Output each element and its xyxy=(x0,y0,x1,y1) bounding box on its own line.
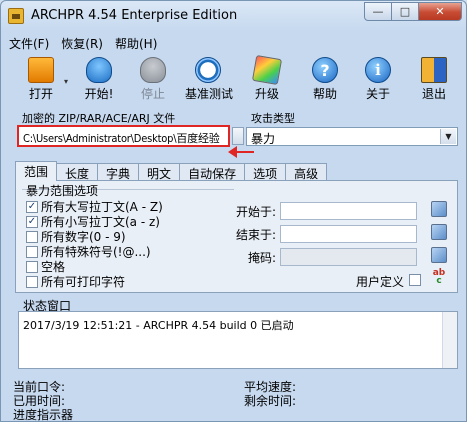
toolbar: 打开 ▾ 开始! 停止 基准测试 升级 ? 帮助 i 关于 退出 xyxy=(1,54,466,105)
about-label: 关于 xyxy=(365,87,390,101)
menu-bar: 文件(F) 恢复(R) 帮助(H) xyxy=(1,33,466,53)
range-panel: 暴力范围选项 ✓ 所有大写拉丁文(A - Z) ✓ 所有小写拉丁文(a - z)… xyxy=(15,180,458,293)
start-figure-icon xyxy=(86,57,112,83)
open-button[interactable]: 打开 xyxy=(18,55,64,103)
help-icon: ? xyxy=(312,57,338,83)
minimize-button[interactable]: — xyxy=(364,2,392,21)
benchmark-button[interactable]: 基准测试 xyxy=(185,55,234,103)
menu-recovery[interactable]: 恢复(R) xyxy=(61,35,103,52)
maximize-button[interactable]: □ xyxy=(391,2,419,21)
attack-type-label: 攻击类型 xyxy=(251,112,295,125)
user-defined-label: 用户定义 xyxy=(356,275,405,289)
checkbox-special[interactable] xyxy=(26,245,38,258)
about-button[interactable]: i 关于 xyxy=(355,55,401,103)
end-at-input[interactable] xyxy=(280,225,417,243)
benchmark-label: 基准测试 xyxy=(185,87,234,101)
tab-strip: 范围 长度 字典 明文 自动保存 选项 高级 xyxy=(15,161,328,181)
start-at-input[interactable] xyxy=(280,202,417,220)
open-dropdown-arrow-icon[interactable]: ▾ xyxy=(64,77,72,86)
range-group-title: 暴力范围选项 xyxy=(26,184,99,198)
charset-abc-icon[interactable]: ab c xyxy=(430,269,448,287)
end-at-picker-icon[interactable] xyxy=(431,224,447,240)
main-window: ARCHPR 4.54 Enterprise Edition — □ ✕ 文件(… xyxy=(0,0,467,422)
checkbox-user-defined[interactable] xyxy=(409,274,421,286)
end-at-label: 结束于: xyxy=(236,228,277,242)
tab-options[interactable]: 选项 xyxy=(244,163,287,181)
menu-help[interactable]: 帮助(H) xyxy=(115,35,157,52)
close-button[interactable]: ✕ xyxy=(418,2,462,21)
checkbox-lowercase[interactable]: ✓ xyxy=(26,215,38,228)
chevron-down-icon[interactable]: ▼ xyxy=(440,129,456,144)
tab-length[interactable]: 长度 xyxy=(56,163,99,181)
file-path-input[interactable]: C:\Users\Administrator\Desktop\百度经验 xyxy=(17,125,230,147)
progress-indicator-label: 进度指示器 xyxy=(13,408,74,422)
attack-type-select[interactable]: 暴力 ▼ xyxy=(246,127,458,146)
exit-button[interactable]: 退出 xyxy=(411,55,457,103)
tab-dictionary[interactable]: 字典 xyxy=(97,163,140,181)
tab-plaintext[interactable]: 明文 xyxy=(138,163,181,181)
encrypted-file-label: 加密的 ZIP/RAR/ACE/ARJ 文件 xyxy=(22,112,176,125)
tab-range[interactable]: 范围 xyxy=(15,161,58,181)
stop-label: 停止 xyxy=(140,87,165,101)
log-line: 2017/3/19 12:51:21 - ARCHPR 4.54 build 0… xyxy=(23,319,294,332)
stopwatch-icon xyxy=(195,57,221,83)
start-button[interactable]: 开始! xyxy=(76,55,122,103)
checkbox-digits[interactable] xyxy=(26,230,38,243)
option-printable[interactable]: 所有可打印字符 xyxy=(26,273,125,290)
mask-picker-icon[interactable] xyxy=(431,247,447,263)
tab-autosave[interactable]: 自动保存 xyxy=(179,163,246,181)
checkbox-uppercase[interactable]: ✓ xyxy=(26,200,38,213)
start-at-label: 开始于: xyxy=(236,205,277,219)
tab-advanced[interactable]: 高级 xyxy=(285,163,328,181)
stop-button[interactable]: 停止 xyxy=(130,55,176,103)
info-icon: i xyxy=(365,57,391,83)
caption-buttons: — □ ✕ xyxy=(364,2,462,21)
attack-type-value: 暴力 xyxy=(251,132,276,146)
open-label: 打开 xyxy=(28,87,53,101)
log-scrollbar[interactable] xyxy=(442,312,457,368)
remaining-time-label: 剩余时间: xyxy=(244,394,297,408)
mask-label: 掩码: xyxy=(248,251,277,265)
help-button[interactable]: ? 帮助 xyxy=(302,55,348,103)
exit-door-icon xyxy=(421,57,447,83)
app-icon xyxy=(8,8,24,24)
menu-file[interactable]: 文件(F) xyxy=(9,35,49,52)
status-log: 2017/3/19 12:51:21 - ARCHPR 4.54 build 0… xyxy=(18,311,458,369)
help-label: 帮助 xyxy=(312,87,337,101)
upgrade-icon xyxy=(251,54,283,86)
folder-open-icon xyxy=(28,57,54,83)
browse-button[interactable] xyxy=(232,127,244,145)
title-bar[interactable]: ARCHPR 4.54 Enterprise Edition — □ ✕ xyxy=(1,1,466,31)
upgrade-label: 升级 xyxy=(254,87,279,101)
window-title: ARCHPR 4.54 Enterprise Edition xyxy=(31,8,238,23)
checkbox-printable[interactable] xyxy=(26,275,38,288)
exit-label: 退出 xyxy=(421,87,446,101)
start-at-picker-icon[interactable] xyxy=(431,201,447,217)
upgrade-button[interactable]: 升级 xyxy=(244,54,290,103)
checkbox-space[interactable] xyxy=(26,260,38,273)
option-printable-label: 所有可打印字符 xyxy=(41,275,126,289)
stop-figure-icon xyxy=(140,57,166,83)
red-arrow-annotation xyxy=(228,146,254,158)
mask-input[interactable] xyxy=(280,248,417,266)
start-label: 开始! xyxy=(84,87,114,101)
